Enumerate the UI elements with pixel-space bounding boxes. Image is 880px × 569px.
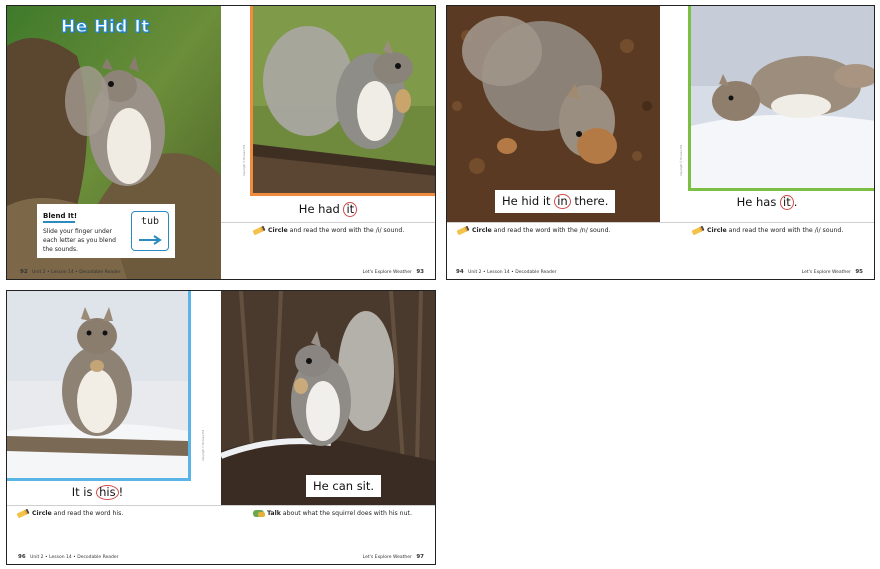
pencil-icon bbox=[456, 225, 470, 236]
story-title: He Hid It bbox=[61, 17, 150, 38]
pencil-icon bbox=[252, 225, 266, 236]
footer-text: Let's Explore Weather bbox=[362, 555, 412, 560]
instruction-text: about what the squirrel does with his nu… bbox=[280, 510, 412, 517]
pencil-icon bbox=[16, 508, 30, 519]
instruction-verb: Circle bbox=[268, 227, 288, 234]
instruction-text: and read the word his. bbox=[51, 510, 124, 517]
caption-page-94: He hid it in there. bbox=[495, 190, 616, 213]
divider bbox=[660, 222, 874, 223]
page-number: 95 bbox=[855, 269, 863, 275]
footer-page-95: Let's Explore Weather 95 bbox=[802, 269, 866, 275]
page-96: Copyright © McGraw Hill It is his! Circl… bbox=[7, 291, 221, 564]
page-92: He Hid It Blend It! Slide your finger un… bbox=[7, 6, 221, 279]
instruction-page-94: Circle and read the word with the /n/ so… bbox=[456, 225, 611, 236]
copyright-side-note: Copyright © McGraw Hill bbox=[202, 429, 205, 461]
page-number: 93 bbox=[416, 269, 424, 275]
circled-word: his bbox=[96, 485, 119, 500]
arrow-right-icon bbox=[139, 235, 162, 245]
caption-page-93: He had it bbox=[221, 202, 435, 217]
blend-word-card: tub bbox=[131, 211, 169, 251]
divider bbox=[447, 222, 660, 223]
squirrel-photo-winter bbox=[7, 291, 191, 481]
copyright-side-note: Copyright © McGraw Hill bbox=[243, 144, 246, 176]
caption-text-end: there. bbox=[570, 194, 609, 208]
instruction-text: and read the word with the /i/ sound. bbox=[726, 227, 844, 234]
circled-word: in bbox=[554, 194, 571, 209]
footer-page-94: 94 Unit 2 • Lesson 14 • Decodable Reader bbox=[453, 269, 557, 275]
squirrel-photo-snow bbox=[688, 6, 874, 191]
instruction-verb: Circle bbox=[472, 227, 492, 234]
caption-page-97: He can sit. bbox=[306, 475, 382, 497]
caption-text: It is bbox=[71, 485, 97, 499]
caption-text: He hid it bbox=[502, 194, 555, 208]
blend-it-box: Blend It! Slide your finger under each l… bbox=[37, 204, 175, 258]
squirrel-photo-tree bbox=[221, 291, 435, 505]
divider bbox=[221, 222, 435, 223]
footer-text: Let's Explore Weather bbox=[801, 270, 851, 275]
blend-it-title: Blend It! bbox=[43, 212, 78, 220]
pencil-icon bbox=[691, 225, 705, 236]
caption-text: He had bbox=[298, 202, 344, 216]
talk-icon bbox=[253, 510, 265, 517]
copyright-side-note: Copyright © McGraw Hill bbox=[680, 144, 683, 176]
page-97: He can sit. Talk about what the squirrel… bbox=[221, 291, 435, 564]
blend-it-instructions: Slide your finger under each letter as y… bbox=[43, 228, 116, 253]
circled-word: it bbox=[343, 202, 358, 217]
spread-pages-94-95: He hid it in there. Circle and read the … bbox=[446, 5, 875, 280]
instruction-verb: Circle bbox=[707, 227, 727, 234]
instruction-text: and read the word with the /i/ sound. bbox=[287, 227, 405, 234]
page-94: He hid it in there. Circle and read the … bbox=[447, 6, 660, 279]
footer-page-92: 92 Unit 2 • Lesson 14 • Decodable Reader bbox=[17, 269, 121, 275]
caption-text-end: . bbox=[793, 195, 798, 209]
instruction-page-93: Circle and read the word with the /i/ so… bbox=[252, 225, 405, 236]
page-95: Copyright © McGraw Hill He has it. Circl… bbox=[660, 6, 874, 279]
footer-text: Let's Explore Weather bbox=[362, 270, 412, 275]
instruction-page-95: Circle and read the word with the /i/ so… bbox=[691, 225, 844, 236]
caption-text: He has bbox=[736, 195, 780, 209]
spread-pages-96-97: Copyright © McGraw Hill It is his! Circl… bbox=[6, 290, 436, 565]
footer-page-97: Let's Explore Weather 97 bbox=[363, 554, 427, 560]
instruction-verb: Talk bbox=[267, 510, 281, 517]
divider bbox=[221, 505, 435, 506]
page-number: 94 bbox=[456, 269, 464, 275]
divider bbox=[7, 505, 221, 506]
footer-text: Unit 2 • Lesson 14 • Decodable Reader bbox=[30, 555, 119, 560]
page-93: Copyright © McGraw Hill He had it Circle… bbox=[221, 6, 435, 279]
circled-word: it bbox=[780, 195, 794, 210]
page-number: 96 bbox=[18, 554, 26, 560]
blend-it-underline bbox=[43, 221, 75, 223]
squirrel-photo-eating bbox=[250, 6, 435, 196]
instruction-page-96: Circle and read the word his. bbox=[16, 508, 124, 519]
blend-word: tub bbox=[140, 216, 160, 227]
caption-text-end: ! bbox=[118, 485, 124, 499]
page-number: 92 bbox=[20, 269, 28, 275]
spread-pages-92-93: He Hid It Blend It! Slide your finger un… bbox=[6, 5, 436, 280]
caption-page-96: It is his! bbox=[7, 485, 188, 500]
instruction-verb: Circle bbox=[32, 510, 52, 517]
footer-page-93: Let's Explore Weather 93 bbox=[363, 269, 427, 275]
instruction-text: and read the word with the /n/ sound. bbox=[491, 227, 611, 234]
footer-text: Unit 2 • Lesson 14 • Decodable Reader bbox=[468, 270, 557, 275]
footer-page-96: 96 Unit 2 • Lesson 14 • Decodable Reader bbox=[15, 554, 119, 560]
page-number: 97 bbox=[416, 554, 424, 560]
instruction-page-97: Talk about what the squirrel does with h… bbox=[253, 510, 412, 517]
caption-page-95: He has it. bbox=[660, 195, 874, 210]
footer-text: Unit 2 • Lesson 14 • Decodable Reader bbox=[32, 270, 121, 275]
